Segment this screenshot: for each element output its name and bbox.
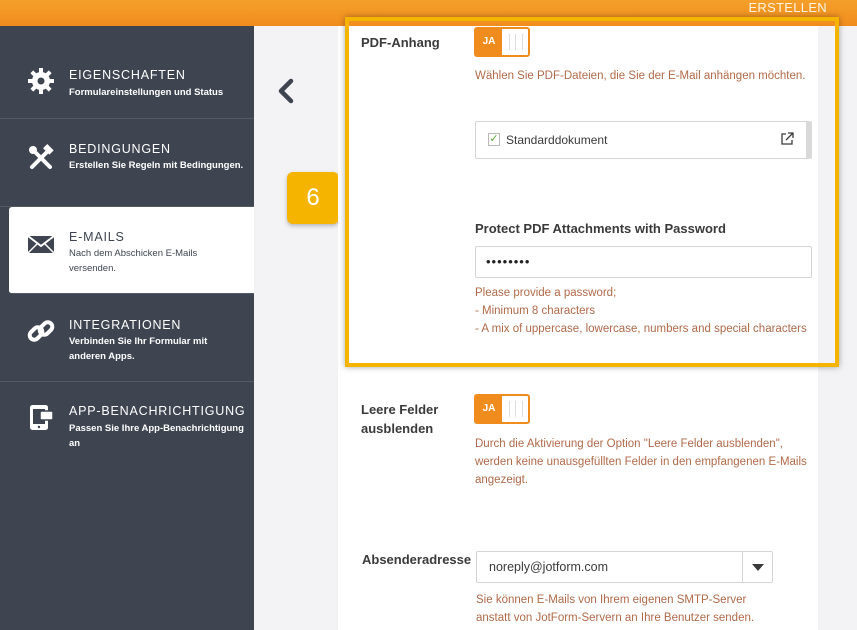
sidebar: EIGENSCHAFTEN Formulareinstellungen und … (0, 26, 254, 630)
help-line: anstatt von JotForm-Servern an Ihre Benu… (476, 612, 755, 624)
help-line: Durch die Aktivierung der Option "Leere … (475, 438, 783, 450)
toggle-yes-label: JA (476, 396, 502, 422)
label-line: ausblenden (361, 421, 434, 436)
step-badge: 6 (287, 172, 339, 224)
hide-empty-toggle[interactable]: JA (474, 394, 530, 424)
sidebar-item-app-notification[interactable]: APP-BENACHRICHTIGUNG Passen Sie Ihre App… (0, 382, 254, 472)
help-line: Sie können E-Mails von Ihrem eigenen SMT… (476, 594, 747, 606)
sender-address-help: Sie können E-Mails von Ihrem eigenen SMT… (476, 591, 754, 627)
help-line: angezeigt. (475, 474, 529, 486)
sender-address-value: noreply@jotform.com (489, 560, 608, 574)
chevron-left-icon[interactable] (274, 76, 300, 106)
help-line: werden keine unausgefüllten Felder in de… (475, 456, 807, 468)
sidebar-item-desc: Nach dem Abschicken E-Mails versenden. (69, 248, 198, 274)
sidebar-item-title: BEDINGUNGEN (69, 142, 171, 156)
caret-down-icon (752, 564, 764, 571)
dropdown-button[interactable] (742, 552, 772, 582)
sidebar-item-title: E-MAILS (69, 230, 125, 244)
sender-address-select[interactable]: noreply@jotform.com (476, 551, 773, 583)
sidebar-item-title: EIGENSCHAFTEN (69, 68, 186, 82)
sender-address-label: Absenderadresse (362, 552, 472, 567)
mobile-notification-icon (26, 402, 56, 432)
create-tab[interactable]: ERSTELLEN (748, 0, 827, 15)
sidebar-item-conditions[interactable]: BEDINGUNGEN Erstellen Sie Regeln mit Bed… (0, 119, 254, 207)
sidebar-item-desc: Erstellen Sie Regeln mit Bedingungen. (69, 160, 244, 171)
highlight-frame (345, 17, 839, 367)
toggle-grip-icon (509, 401, 523, 417)
sidebar-item-desc: Verbinden Sie Ihr Formular mit anderen A… (69, 336, 208, 362)
envelope-icon (26, 229, 56, 259)
sidebar-item-title: INTEGRATIONEN (69, 318, 182, 332)
gear-icon (26, 66, 56, 96)
sidebar-item-desc: Passen Sie Ihre App-Benachrichtigung an (69, 423, 244, 449)
link-icon (26, 316, 56, 346)
tools-icon (26, 143, 56, 173)
sidebar-item-emails[interactable]: E-MAILS Nach dem Abschicken E-Mails vers… (9, 207, 254, 294)
label-line: Leere Felder (361, 402, 439, 417)
hide-empty-label: Leere Felder ausblenden (361, 400, 438, 438)
hide-empty-help: Durch die Aktivierung der Option "Leere … (475, 435, 807, 489)
sidebar-item-properties[interactable]: EIGENSCHAFTEN Formulareinstellungen und … (0, 26, 254, 119)
sidebar-item-title: APP-BENACHRICHTIGUNG (69, 404, 246, 418)
sidebar-item-integrations[interactable]: INTEGRATIONEN Verbinden Sie Ihr Formular… (0, 294, 254, 382)
sidebar-item-desc: Formulareinstellungen und Status (69, 87, 224, 98)
